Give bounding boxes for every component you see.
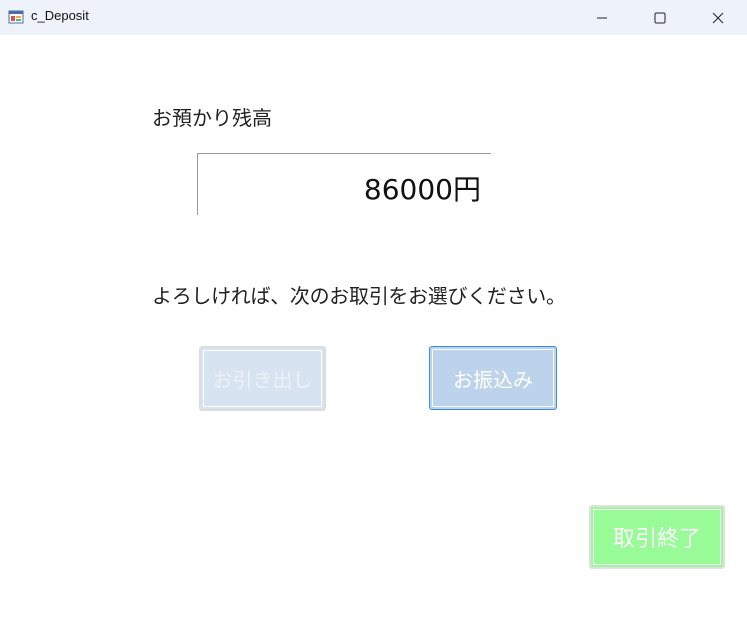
close-button[interactable] <box>689 0 747 35</box>
window-title: c_Deposit <box>31 8 89 23</box>
app-icon <box>8 10 24 24</box>
minimize-icon <box>597 17 607 18</box>
maximize-button[interactable] <box>631 0 689 35</box>
transfer-button-label: お振込み <box>453 367 533 392</box>
withdraw-button-label: お引き出し <box>212 368 313 392</box>
end-transaction-button[interactable]: 取引終了 <box>589 505 725 569</box>
balance-display: 86000円 <box>197 153 491 215</box>
maximize-icon <box>654 12 666 23</box>
end-transaction-button-label: 取引終了 <box>612 527 701 552</box>
transaction-prompt: よろしければ、次のお取引をお選びください。 <box>152 284 566 308</box>
minimize-button[interactable] <box>573 0 631 35</box>
balance-value: 86000円 <box>363 173 481 206</box>
transfer-button[interactable]: お振込み <box>429 346 557 410</box>
close-icon <box>712 12 724 23</box>
title-bar[interactable]: c_Deposit <box>0 0 747 35</box>
withdraw-button[interactable]: お引き出し <box>199 346 326 411</box>
deposit-window: c_Deposit お預かり残高 86000円 よろしければ、次のお取引をお選び… <box>0 0 747 622</box>
balance-label: お預かり残高 <box>152 106 272 130</box>
